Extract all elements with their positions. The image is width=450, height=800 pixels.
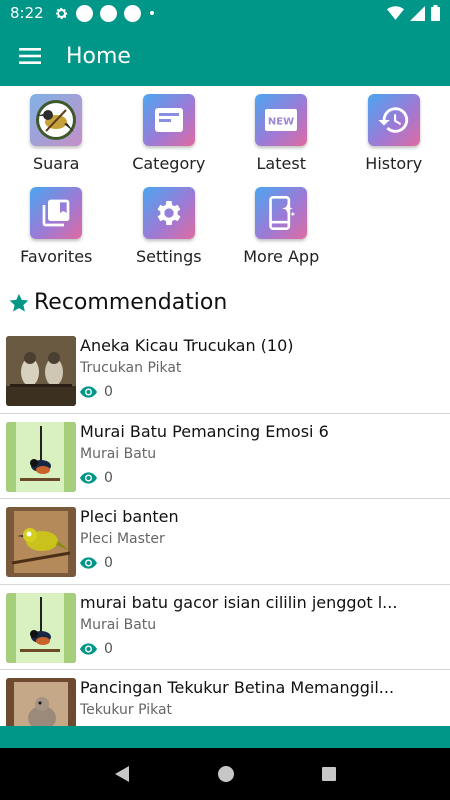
list-item[interactable]: Aneka Kicau Trucukan (10) Trucukan Pikat… xyxy=(0,328,450,414)
home-icon[interactable] xyxy=(217,765,235,783)
item-category: Tekukur Pikat xyxy=(80,702,173,718)
item-title: Murai Batu Pemancing Emosi 6 xyxy=(80,421,329,441)
back-icon[interactable] xyxy=(113,765,131,783)
menu-item-category[interactable]: Category xyxy=(113,94,226,173)
thumbnail-image xyxy=(6,678,76,726)
recents-icon[interactable] xyxy=(321,766,337,782)
signal-icon xyxy=(410,5,425,21)
eye-icon xyxy=(80,642,97,655)
view-count: 0 xyxy=(80,555,113,571)
wifi-icon xyxy=(387,5,404,20)
item-title: Pleci banten xyxy=(80,507,179,526)
view-count: 0 xyxy=(80,641,113,657)
list-item[interactable]: Murai Batu Pemancing Emosi 6 Murai Batu … xyxy=(0,414,450,499)
menu-item-label: Latest xyxy=(256,154,306,173)
section-title: Recommendation xyxy=(34,290,228,315)
menu-item-favorites[interactable]: Favorites xyxy=(0,187,113,266)
eye-icon xyxy=(80,557,97,569)
gear-status-icon xyxy=(55,7,68,19)
thumbnail-image xyxy=(6,421,76,492)
item-title: Aneka Kicau Trucukan (10) xyxy=(80,336,294,355)
item-title: Pancingan Tekukur Betina Memanggil... xyxy=(80,678,395,697)
menu-item-suara[interactable]: Suara xyxy=(0,94,113,173)
battery-icon xyxy=(431,5,440,21)
view-count: 0 xyxy=(80,470,113,486)
item-title: murai batu gacor isian cililin jenggot l… xyxy=(80,592,398,612)
view-count-value: 0 xyxy=(104,384,113,400)
more-notifications-icon xyxy=(149,11,154,15)
status-time: 8:22 xyxy=(10,4,44,22)
new-badge-icon: NEW xyxy=(255,94,308,146)
item-category: Pleci Master xyxy=(80,531,165,547)
menu-item-label: Settings xyxy=(135,247,202,266)
history-icon xyxy=(367,94,420,146)
menu-item-label: Category xyxy=(132,154,206,173)
list-item[interactable]: Pleci banten Pleci Master 0 xyxy=(0,499,450,585)
notification-dot-icon xyxy=(99,4,117,22)
recommendation-list: Aneka Kicau Trucukan (10) Trucukan Pikat… xyxy=(0,328,450,726)
svg-text:NEW: NEW xyxy=(268,117,294,128)
menu-item-settings[interactable]: Settings xyxy=(113,187,226,266)
hamburger-menu-icon xyxy=(19,48,41,64)
system-nav-bar xyxy=(0,748,450,800)
list-item[interactable]: Pancingan Tekukur Betina Memanggil... Te… xyxy=(0,670,450,726)
menu-button[interactable] xyxy=(0,26,60,86)
thumbnail-image xyxy=(6,336,76,406)
menu-item-latest[interactable]: NEW Latest xyxy=(225,94,338,173)
menu-item-label: History xyxy=(365,154,423,173)
bookmarks-icon xyxy=(30,187,83,239)
item-category: Murai Batu xyxy=(80,445,157,462)
bottom-bar xyxy=(0,726,450,748)
notification-dot-icon xyxy=(123,4,141,22)
item-category: Trucukan Pikat xyxy=(80,360,182,376)
menu-item-label: More App xyxy=(243,247,320,266)
thumbnail-image xyxy=(6,507,76,577)
menu-item-history[interactable]: History xyxy=(338,94,450,173)
thumbnail-image xyxy=(6,592,76,663)
apps-icon xyxy=(255,187,308,239)
menu-grid: Suara Category NEW Latest History Favori… xyxy=(0,94,450,266)
section-header: Recommendation xyxy=(8,290,227,315)
view-count-value: 0 xyxy=(104,469,113,486)
status-notification-icons xyxy=(54,4,154,22)
gear-icon xyxy=(142,187,195,239)
status-system-icons xyxy=(387,5,440,21)
eye-icon xyxy=(80,471,97,484)
view-count-value: 0 xyxy=(104,640,113,657)
menu-item-label: Favorites xyxy=(20,247,93,266)
status-bar: 8:22 xyxy=(0,0,450,26)
view-count-value: 0 xyxy=(104,555,113,571)
list-item[interactable]: murai batu gacor isian cililin jenggot l… xyxy=(0,585,450,670)
item-category: Murai Batu xyxy=(80,616,157,633)
bird-icon xyxy=(30,94,83,146)
menu-item-more-app[interactable]: More App xyxy=(225,187,338,266)
eye-icon xyxy=(80,386,97,398)
menu-item-label: Suara xyxy=(33,154,80,173)
app-bar: Home xyxy=(0,26,450,86)
notification-dot-icon xyxy=(75,4,93,22)
star-icon xyxy=(9,293,29,312)
category-icon xyxy=(142,94,195,146)
view-count: 0 xyxy=(80,384,113,400)
page-title: Home xyxy=(66,43,131,69)
